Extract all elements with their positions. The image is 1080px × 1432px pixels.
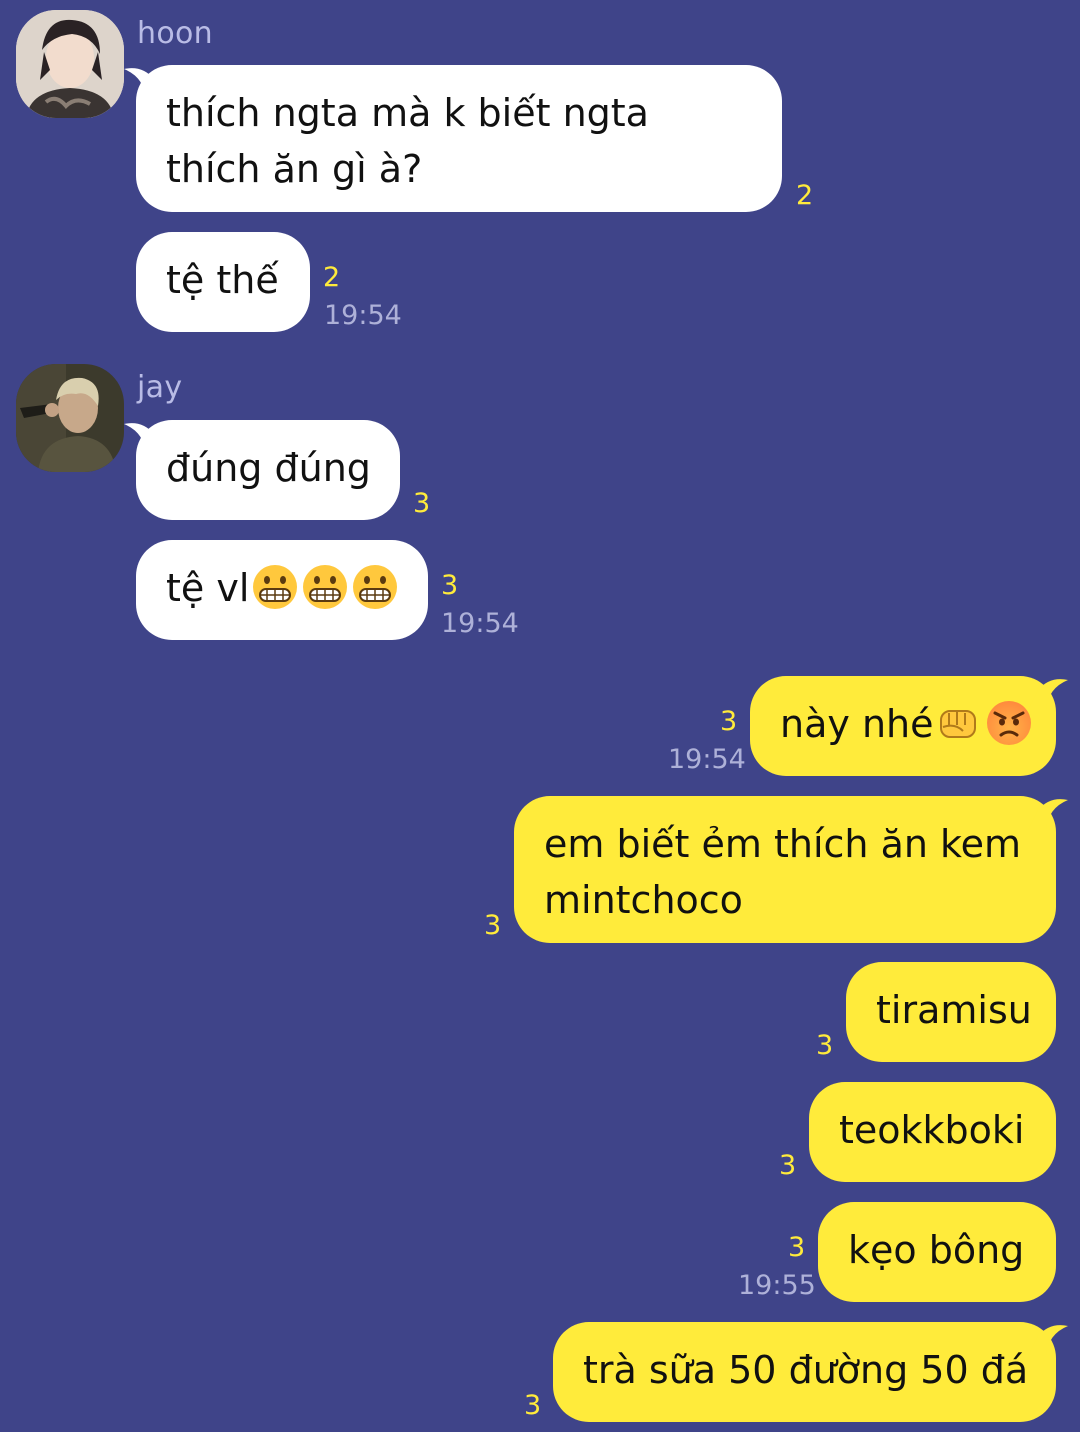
message-text: tệ vl xyxy=(166,566,250,610)
incoming-message[interactable]: tệ vl xyxy=(136,540,428,640)
bubble-tail xyxy=(1028,679,1068,710)
bubble-tail xyxy=(1028,799,1068,830)
grimacing-face-icon xyxy=(251,563,299,611)
outgoing-message[interactable]: em biết ẻm thích ăn kem mintchoco xyxy=(514,796,1068,943)
bubble-tail xyxy=(1028,1325,1068,1356)
oncoming-fist-icon xyxy=(935,699,983,747)
unread-count: 3 xyxy=(524,1390,542,1421)
unread-count: 2 xyxy=(323,262,341,293)
message-text: teokkboki xyxy=(839,1108,1025,1152)
incoming-message[interactable]: đúng đúng xyxy=(124,420,400,520)
grimacing-face-icon xyxy=(301,563,349,611)
message-text: tiramisu xyxy=(876,988,1032,1032)
message-text: em biết ẻm thích ăn kem mintchoco xyxy=(544,822,1022,922)
unread-count: 2 xyxy=(796,180,814,211)
message-text: này nhé xyxy=(780,702,934,746)
bubble-tail xyxy=(124,423,164,454)
message-timestamp: 19:54 xyxy=(324,300,402,331)
outgoing-message[interactable]: teokkboki xyxy=(809,1082,1056,1182)
message-timestamp: 19:54 xyxy=(441,608,519,639)
unread-count: 3 xyxy=(441,570,459,601)
message-timestamp: 19:55 xyxy=(738,1270,816,1301)
message-text: trà sữa 50 đường 50 đá xyxy=(583,1348,1029,1392)
unread-count: 3 xyxy=(779,1150,797,1181)
unread-count: 3 xyxy=(816,1030,834,1061)
incoming-message[interactable]: thích ngta mà k biết ngta thích ăn gì à? xyxy=(124,65,782,212)
unread-count: 3 xyxy=(413,488,431,519)
outgoing-message[interactable]: tiramisu xyxy=(846,962,1056,1062)
message-timestamp: 19:54 xyxy=(668,744,746,775)
sender-name-hoon: hoon xyxy=(137,16,213,51)
message-text: kẹo bông xyxy=(848,1228,1025,1272)
message-text: tệ thế xyxy=(166,258,279,302)
outgoing-message[interactable]: kẹo bông xyxy=(818,1202,1056,1302)
sender-name-jay: jay xyxy=(137,370,183,405)
bubble-tail xyxy=(124,68,164,99)
avatar-jay[interactable] xyxy=(16,364,124,472)
outgoing-message[interactable]: trà sữa 50 đường 50 đá xyxy=(553,1322,1068,1422)
avatar-hoon[interactable] xyxy=(16,10,124,118)
grimacing-face-icon xyxy=(351,563,399,611)
pouting-face-icon xyxy=(985,699,1033,747)
unread-count: 3 xyxy=(484,910,502,941)
message-text: thích ngta mà k biết ngta thích ăn gì à? xyxy=(166,91,649,191)
message-text: đúng đúng xyxy=(166,446,371,490)
unread-count: 3 xyxy=(720,706,738,737)
incoming-message[interactable]: tệ thế xyxy=(136,232,310,332)
outgoing-message[interactable]: này nhé xyxy=(750,676,1068,776)
chat-room: hoon thích ngta mà k biết ngta thích ăn … xyxy=(0,0,1080,1432)
unread-count: 3 xyxy=(788,1232,806,1263)
